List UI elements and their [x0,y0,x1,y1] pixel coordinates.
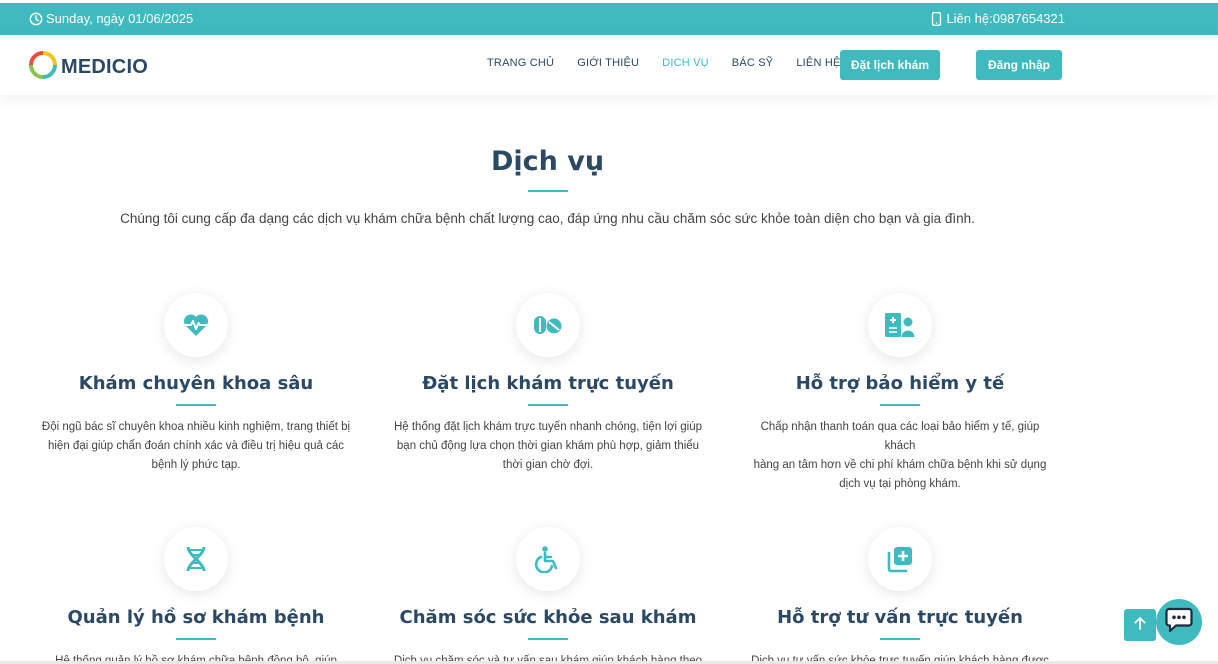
service-underline [176,404,216,406]
date-text: Sunday, ngày 01/06/2025 [46,11,194,26]
notes-medical-icon [868,527,932,591]
nav-item-services[interactable]: DỊCH VỤ [662,57,709,69]
service-desc-line: dịch vụ tại phòng khám. [839,478,961,490]
service-underline [880,404,920,406]
pills-icon [516,293,580,357]
service-desc-line: hàng an tâm hơn về chi phí khám chữa bện… [753,459,1047,471]
service-description: Hệ thống đặt lịch khám trực tuyến nhanh … [393,418,703,475]
service-title: Quản lý hồ sơ khám bệnh [67,607,325,628]
service-desc-line: thời gian chờ đợi. [502,459,594,471]
chat-button[interactable] [1156,599,1202,645]
logo-text: MEDICIO [61,56,148,78]
service-desc-line: Chấp nhận thanh toán qua các loại bảo hi… [760,421,1040,452]
clock-icon [29,12,43,26]
service-title: Đặt lịch khám trực tuyến [422,373,674,394]
service-desc-line: bạn chủ động lựa chọn thời gian khám phù… [396,440,700,452]
book-appointment-button[interactable]: Đặt lịch khám [840,50,940,80]
topbar-contact[interactable]: Liên hệ:0987654321 [931,11,1065,26]
chat-bubble-icon [1165,607,1193,638]
dna-icon [164,527,228,591]
service-underline [880,638,920,640]
service-underline [176,638,216,640]
scroll-top-button[interactable] [1124,609,1156,641]
hospital-user-icon [868,293,932,357]
service-description: Đội ngũ bác sĩ chuyên khoa nhiều kinh ng… [41,418,351,475]
service-title: Hỗ trợ bảo hiểm y tế [795,373,1005,394]
service-description: Chấp nhận thanh toán qua các loại bảo hi… [745,418,1055,494]
service-title: Hỗ trợ tư vấn trực tuyến [777,607,1023,628]
main-nav: TRANG CHỦ GIỚI THIỆU DỊCH VỤ BÁC SỸ LIÊN… [487,57,864,69]
service-desc-line: bệnh lý phức tạp. [151,459,241,471]
nav-item-doctors[interactable]: BÁC SỸ [732,57,774,69]
service-desc-line: Hệ thống đặt lịch khám trực tuyến nhanh … [393,421,703,433]
arrow-up-icon [1134,616,1146,635]
service-title: Chăm sóc sức khỏe sau khám [399,607,697,628]
nav-item-about[interactable]: GIỚI THIỆU [577,57,639,69]
nav-item-home[interactable]: TRANG CHỦ [487,57,554,69]
contact-text: Liên hệ:0987654321 [946,11,1065,26]
section-description: Chúng tôi cung cấp đa dạng các dịch vụ k… [120,211,975,226]
login-button[interactable]: Đăng nhập [976,50,1062,80]
logo-icon [29,51,57,84]
nav-item-contact[interactable]: LIÊN HỆ [796,57,840,69]
service-desc-line: Đội ngũ bác sĩ chuyên khoa nhiều kinh ng… [41,421,351,433]
section-title: Dịch vụ [490,146,605,177]
service-title: Khám chuyên khoa sâu [78,373,314,394]
heart-pulse-icon [164,293,228,357]
topbar-date: Sunday, ngày 01/06/2025 [29,11,193,26]
phone-icon [931,11,942,26]
service-underline [528,404,568,406]
service-underline [528,638,568,640]
topbar: Sunday, ngày 01/06/2025 Liên hệ:09876543… [0,3,1218,35]
logo[interactable]: MEDICIO [29,51,148,84]
service-desc-line: hiện đại giúp chẩn đoán chính xác và điề… [47,440,344,452]
wheelchair-icon [516,527,580,591]
title-underline [528,190,568,192]
header: MEDICIO TRANG CHỦ GIỚI THIỆU DỊCH VỤ BÁC… [0,35,1218,95]
